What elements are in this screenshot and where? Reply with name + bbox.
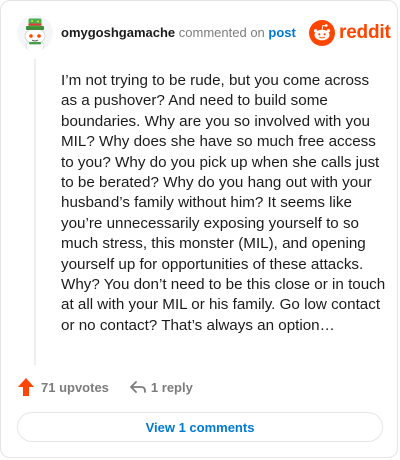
user-avatar[interactable] — [17, 15, 53, 51]
reddit-wordmark: reddit — [339, 22, 391, 43]
reply-arrow-icon — [130, 381, 146, 393]
comment-card: omygoshgamache commented on post reddit … — [0, 0, 398, 458]
reddit-logo[interactable]: reddit — [309, 19, 391, 47]
snoo-avatar-icon — [17, 15, 53, 51]
thread-line[interactable] — [34, 59, 36, 365]
username-link[interactable]: omygoshgamache — [61, 25, 175, 40]
upvote-button[interactable]: 71 upvotes — [17, 377, 109, 397]
upvote-arrow-icon — [18, 378, 34, 396]
reddit-snoo-icon — [309, 20, 335, 46]
upvote-count: 71 upvotes — [41, 379, 109, 395]
comment-actions: 71 upvotes 1 reply — [17, 375, 193, 399]
comment-action-text: commented on — [178, 25, 265, 40]
reply-button[interactable]: 1 reply — [129, 379, 193, 395]
comment-body: I’m not trying to be rude, but you come … — [61, 72, 386, 334]
post-link[interactable]: post — [268, 25, 295, 40]
comment-header: omygoshgamache commented on post — [61, 25, 296, 41]
reply-count: 1 reply — [150, 379, 193, 395]
view-comments-button[interactable]: View 1 comments — [17, 412, 383, 442]
